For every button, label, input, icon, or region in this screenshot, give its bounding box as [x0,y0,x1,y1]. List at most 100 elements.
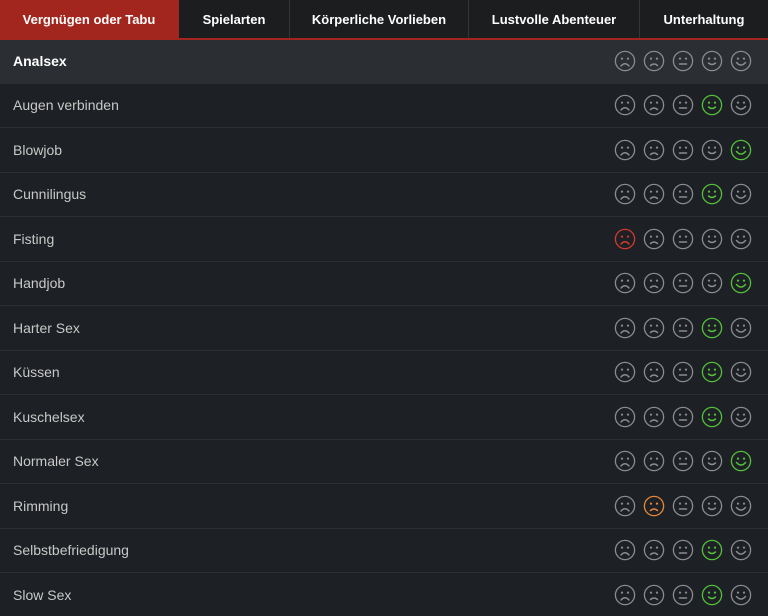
rating-faces [614,406,752,428]
very-sad-face-icon[interactable] [614,50,636,72]
neutral-face-icon[interactable] [672,50,694,72]
big-smile-face-icon[interactable] [730,272,752,294]
rating-faces [614,361,752,383]
rating-faces [614,183,752,205]
smile-face-icon[interactable] [701,317,723,339]
preference-row: Küssen [0,350,768,395]
preference-row: Selbstbefriedigung [0,528,768,573]
sad-face-icon[interactable] [643,139,665,161]
sad-face-icon[interactable] [643,450,665,472]
very-sad-face-icon[interactable] [614,228,636,250]
preference-row: Fisting [0,217,768,262]
rating-faces [614,539,752,561]
neutral-face-icon[interactable] [672,450,694,472]
neutral-face-icon[interactable] [672,228,694,250]
preference-label: Selbstbefriedigung [13,542,129,559]
smile-face-icon[interactable] [701,406,723,428]
rating-faces [614,450,752,472]
preference-label: Cunnilingus [13,186,87,203]
preference-label: Normaler Sex [13,453,99,470]
preference-label: Küssen [13,364,60,381]
rating-faces [614,584,752,606]
smile-face-icon[interactable] [701,94,723,116]
tab-lustvolle-abenteuer[interactable]: Lustvolle Abenteuer [469,0,640,38]
big-smile-face-icon[interactable] [730,539,752,561]
sad-face-icon[interactable] [643,361,665,383]
big-smile-face-icon[interactable] [730,139,752,161]
preference-label: Rimming [13,497,69,514]
big-smile-face-icon[interactable] [730,317,752,339]
sad-face-icon[interactable] [643,317,665,339]
very-sad-face-icon[interactable] [614,139,636,161]
big-smile-face-icon[interactable] [730,406,752,428]
smile-face-icon[interactable] [701,272,723,294]
smile-face-icon[interactable] [701,584,723,606]
smile-face-icon[interactable] [701,361,723,383]
preference-label: Handjob [13,275,66,292]
smile-face-icon[interactable] [701,139,723,161]
neutral-face-icon[interactable] [672,317,694,339]
very-sad-face-icon[interactable] [614,584,636,606]
smile-face-icon[interactable] [701,228,723,250]
big-smile-face-icon[interactable] [730,50,752,72]
big-smile-face-icon[interactable] [730,228,752,250]
preference-row: Blowjob [0,128,768,173]
smile-face-icon[interactable] [701,450,723,472]
neutral-face-icon[interactable] [672,272,694,294]
tab-vergnuegen-oder-tabu[interactable]: Vergnügen oder Tabu [0,0,179,38]
very-sad-face-icon[interactable] [614,272,636,294]
preference-row: Slow Sex [0,573,768,616]
smile-face-icon[interactable] [701,539,723,561]
tab-koerperliche-vorlieben[interactable]: Körperliche Vorlieben [290,0,469,38]
sad-face-icon[interactable] [643,272,665,294]
very-sad-face-icon[interactable] [614,183,636,205]
neutral-face-icon[interactable] [672,406,694,428]
preference-row: Normaler Sex [0,439,768,484]
preference-label: Augen verbinden [13,97,119,114]
neutral-face-icon[interactable] [672,183,694,205]
smile-face-icon[interactable] [701,50,723,72]
rating-faces [614,317,752,339]
preference-label: Harter Sex [13,319,80,336]
neutral-face-icon[interactable] [672,495,694,517]
big-smile-face-icon[interactable] [730,361,752,383]
very-sad-face-icon[interactable] [614,539,636,561]
preference-label: Blowjob [13,141,63,158]
rating-faces [614,495,752,517]
preference-row: Cunnilingus [0,172,768,217]
neutral-face-icon[interactable] [672,584,694,606]
neutral-face-icon[interactable] [672,539,694,561]
rating-faces [614,94,752,116]
very-sad-face-icon[interactable] [614,361,636,383]
preference-row: Harter Sex [0,306,768,351]
smile-face-icon[interactable] [701,495,723,517]
big-smile-face-icon[interactable] [730,495,752,517]
sad-face-icon[interactable] [643,539,665,561]
preference-label: Kuschelsex [13,408,85,425]
sad-face-icon[interactable] [643,584,665,606]
very-sad-face-icon[interactable] [614,406,636,428]
big-smile-face-icon[interactable] [730,94,752,116]
tab-unterhaltung[interactable]: Unterhaltung [640,0,768,38]
big-smile-face-icon[interactable] [730,584,752,606]
preference-list: Analsex Augen verbinden Blowjob Cunnilingus… [0,40,768,616]
tab-spielarten[interactable]: Spielarten [179,0,290,38]
preference-row: Handjob [0,261,768,306]
very-sad-face-icon[interactable] [614,495,636,517]
very-sad-face-icon[interactable] [614,317,636,339]
big-smile-face-icon[interactable] [730,450,752,472]
preference-label: Analsex [13,53,67,70]
neutral-face-icon[interactable] [672,94,694,116]
sad-face-icon[interactable] [643,94,665,116]
sad-face-icon[interactable] [643,50,665,72]
big-smile-face-icon[interactable] [730,183,752,205]
smile-face-icon[interactable] [701,183,723,205]
very-sad-face-icon[interactable] [614,450,636,472]
neutral-face-icon[interactable] [672,361,694,383]
sad-face-icon[interactable] [643,228,665,250]
very-sad-face-icon[interactable] [614,94,636,116]
sad-face-icon[interactable] [643,183,665,205]
sad-face-icon[interactable] [643,406,665,428]
sad-face-icon[interactable] [643,495,665,517]
neutral-face-icon[interactable] [672,139,694,161]
